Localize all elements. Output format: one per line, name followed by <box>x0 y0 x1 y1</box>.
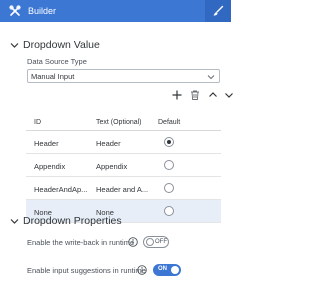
toggle-knob <box>146 238 154 246</box>
row-id: Appendix <box>34 162 66 171</box>
column-header-id: ID <box>34 119 41 126</box>
table-row[interactable]: HeaderAndAp... Header and A... <box>26 177 221 200</box>
default-radio[interactable] <box>164 183 174 193</box>
chevron-down-icon <box>10 218 19 224</box>
add-button[interactable] <box>171 89 183 101</box>
row-text: Header <box>96 139 121 148</box>
data-source-value: Manual Input <box>31 72 75 81</box>
info-icon[interactable] <box>137 265 147 275</box>
paintbrush-icon[interactable] <box>205 0 231 22</box>
delete-icon <box>191 90 199 100</box>
chevron-down-icon <box>10 42 19 48</box>
dropdown-properties-section-header[interactable]: Dropdown Properties <box>10 215 122 227</box>
toggle-state: OFF <box>155 239 167 245</box>
writeback-toggle[interactable]: OFF <box>143 236 169 248</box>
dropdown-values-table: ID Text (Optional) Default Header Header… <box>26 115 221 223</box>
panel-header: Builder <box>0 0 231 22</box>
column-header-text: Text (Optional) <box>96 119 142 126</box>
row-id: Header <box>34 139 59 148</box>
row-text: Header and A... <box>96 185 149 194</box>
panel-title: Builder <box>28 6 57 16</box>
default-radio[interactable] <box>164 160 174 170</box>
info-icon[interactable] <box>128 237 138 247</box>
toggle-state: ON <box>158 266 167 272</box>
row-text: Appendix <box>96 162 128 171</box>
suggestions-toggle[interactable]: ON <box>153 264 181 276</box>
default-radio[interactable] <box>164 206 174 216</box>
dropdown-value-section-header[interactable]: Dropdown Value <box>10 39 100 51</box>
writeback-label: Enable the write-back in runtime <box>27 238 135 247</box>
suggestions-label: Enable input suggestions in runtime <box>27 266 146 275</box>
dropdown-properties-title: Dropdown Properties <box>23 215 122 227</box>
delete-button[interactable] <box>189 89 201 101</box>
data-source-select[interactable]: Manual Input <box>27 69 220 83</box>
toggle-knob <box>171 266 179 274</box>
table-header: ID Text (Optional) Default <box>26 115 221 131</box>
row-id: HeaderAndAp... <box>34 185 88 194</box>
column-header-default: Default <box>158 119 181 126</box>
move-down-button[interactable] <box>223 89 235 101</box>
add-icon <box>172 90 182 100</box>
move-up-button[interactable] <box>207 89 219 101</box>
move-down-icon <box>225 93 233 98</box>
chevron-down-icon <box>207 75 215 80</box>
default-radio[interactable] <box>164 137 174 147</box>
table-row[interactable]: Header Header <box>26 131 221 154</box>
dropdown-value-title: Dropdown Value <box>23 39 100 51</box>
data-source-label: Data Source Type <box>27 57 87 66</box>
move-up-icon <box>209 92 217 97</box>
table-row[interactable]: Appendix Appendix <box>26 154 221 177</box>
tools-icon <box>9 5 21 16</box>
